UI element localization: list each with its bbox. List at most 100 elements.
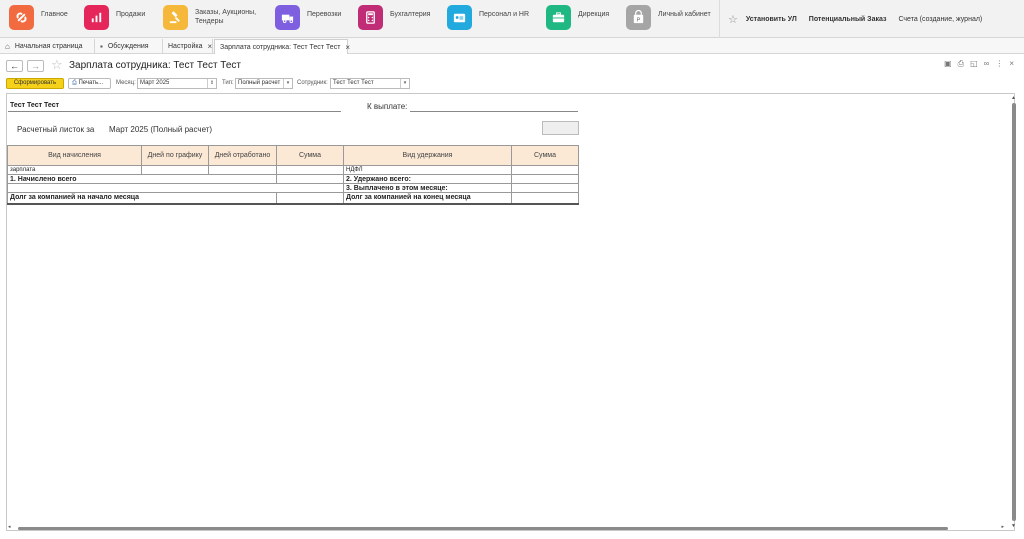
truck-icon [275, 5, 300, 30]
paid-month-label: 3. Выплачено в этом месяце: [343, 183, 512, 193]
cell [276, 192, 344, 205]
scroll-down-icon[interactable]: ▼ [1011, 523, 1016, 529]
section-label: Личный кабинет [658, 11, 711, 18]
col-deduction-type: Вид удержания [343, 145, 512, 166]
preview-icon[interactable]: ◱ [970, 59, 978, 69]
section-management[interactable]: Дирекция [546, 5, 609, 33]
tab-label: Зарплата сотрудника: Тест Тест Тест [220, 43, 341, 51]
svg-text:P: P [637, 18, 641, 24]
col-sum-deduction: Сумма [511, 145, 579, 166]
parking-icon: P [626, 5, 651, 30]
to-pay-label: К выплате: [367, 102, 408, 111]
gavel-icon [163, 5, 188, 30]
scroll-up-icon[interactable]: ▲ [1011, 95, 1016, 101]
col-days-worked: Дней отработано [208, 145, 277, 166]
print-button[interactable]: ⎙ Печать... [68, 78, 111, 89]
tab-home[interactable]: ⌂ Начальная страница [0, 39, 95, 54]
section-label: Главное [41, 11, 68, 18]
link-icon[interactable]: ∞ [984, 59, 990, 69]
table-row: 1. Начислено всего 2. Удержано всего: [7, 174, 579, 184]
scroll-right-icon[interactable]: ▸ [1001, 524, 1004, 530]
section-label: Перевозки [307, 11, 342, 18]
tab-label: Настройка [168, 43, 203, 50]
close-icon[interactable]: × [1009, 59, 1014, 69]
section-main[interactable]: Главное [9, 5, 68, 33]
tab-salary[interactable]: Зарплата сотрудника: Тест Тест Тест × [214, 39, 350, 54]
cell [141, 165, 209, 175]
sales-chart-icon [84, 5, 109, 30]
payslip-table: Вид начисления Дней по графику Дней отра… [7, 145, 579, 205]
section-accounting[interactable]: Бухгалтерия [358, 5, 430, 33]
favorites-bar: ☆ Установить УЛ Потенциальный Заказ Счет… [719, 0, 994, 38]
cell [208, 165, 277, 175]
form-report-button[interactable]: Сформировать [6, 78, 64, 89]
id-card-icon [447, 5, 472, 30]
tab-settings[interactable]: Настройка × [163, 39, 213, 54]
deduction-cell: НДФЛ [343, 165, 512, 175]
employee-name: Тест Тест Тест [10, 102, 60, 109]
vertical-scrollbar[interactable]: ▲ ▼ [1010, 95, 1018, 529]
col-days-schedule: Дней по графику [141, 145, 209, 166]
tab-label: Начальная страница [14, 43, 83, 50]
scroll-left-icon[interactable]: ◂ [8, 524, 11, 530]
amount-box [542, 121, 579, 135]
section-label: Заказы, Аукционы, Тендеры [195, 9, 257, 25]
section-orders[interactable]: Заказы, Аукционы, Тендеры [163, 5, 268, 33]
fav-invoices[interactable]: Счета (создание, журнал) [898, 16, 982, 23]
back-button[interactable]: ← [6, 60, 23, 72]
section-transport[interactable]: Перевозки [275, 5, 341, 33]
horizontal-scrollbar[interactable]: ◂ ▸ [8, 524, 1004, 532]
table-header-row: Вид начисления Дней по графику Дней отра… [7, 145, 579, 166]
main-app-icon [9, 5, 34, 30]
month-field[interactable]: Март 2025 ⇕ [137, 78, 217, 89]
close-icon[interactable]: × [207, 42, 212, 51]
slip-label: Расчетный листок за [17, 125, 95, 134]
window-actions: ▣ ⎙ ◱ ∞ ⋮ × [944, 59, 1014, 69]
section-label: Продажи [116, 11, 146, 18]
cell [511, 192, 579, 205]
scroll-thumb[interactable] [1012, 103, 1016, 521]
tab-discussions[interactable]: ▪ Обсуждения [95, 39, 163, 54]
section-cabinet[interactable]: P Личный кабинет [626, 5, 711, 33]
type-label: Тип: [222, 80, 234, 86]
chevron-down-icon[interactable]: ▾ [400, 79, 409, 88]
more-icon[interactable]: ⋮ [995, 59, 1003, 69]
fav-install-ul[interactable]: Установить УЛ [746, 16, 797, 23]
home-icon: ⌂ [5, 42, 10, 51]
debt-end-label: Долг за компанией на конец месяца [343, 192, 512, 205]
section-hr[interactable]: Персонал и HR [447, 5, 529, 33]
table-row: 3. Выплачено в этом месяце: [7, 183, 579, 193]
star-icon[interactable]: ☆ [728, 13, 738, 26]
month-label: Месяц: [116, 80, 136, 86]
close-icon[interactable]: × [345, 43, 350, 52]
print-icon: ⎙ [72, 80, 77, 86]
fav-potential-order[interactable]: Потенциальный Заказ [809, 16, 887, 23]
cell [511, 174, 579, 184]
print-label: Печать... [78, 80, 104, 86]
sections-panel: Главное Продажи Заказы, Аукционы, Тендер… [0, 0, 1024, 38]
forward-button[interactable]: → [27, 60, 44, 72]
table-row: Долг за компанией на начало месяца Долг … [7, 192, 579, 205]
section-label: Персонал и HR [479, 11, 530, 18]
chat-icon: ▪ [100, 42, 103, 51]
employee-field[interactable]: Тест Тест Тест ▾ [330, 78, 410, 89]
save-icon[interactable]: ▣ [944, 59, 952, 69]
table-row: зарплата НДФЛ [7, 165, 579, 175]
withheld-total-label: 2. Удержано всего: [343, 174, 512, 184]
spinner-icon[interactable]: ⇕ [207, 79, 216, 88]
cell [7, 183, 344, 193]
chevron-down-icon[interactable]: ▾ [283, 79, 292, 88]
col-sum-accrual: Сумма [276, 145, 344, 166]
employee-label: Сотрудник: [297, 80, 328, 86]
type-field[interactable]: Полный расчет ▾ [235, 78, 293, 89]
favorite-star-icon[interactable]: ☆ [51, 57, 63, 73]
open-windows-bar: ⌂ Начальная страница ▪ Обсуждения Настро… [0, 38, 1024, 54]
section-sales[interactable]: Продажи [84, 5, 145, 33]
section-label: Бухгалтерия [390, 11, 431, 18]
scroll-thumb[interactable] [18, 527, 948, 530]
page-title: Зарплата сотрудника: Тест Тест Тест [69, 60, 241, 71]
print-icon[interactable]: ⎙ [958, 59, 964, 69]
divider [410, 111, 578, 112]
divider [8, 111, 341, 112]
cell [276, 174, 344, 184]
